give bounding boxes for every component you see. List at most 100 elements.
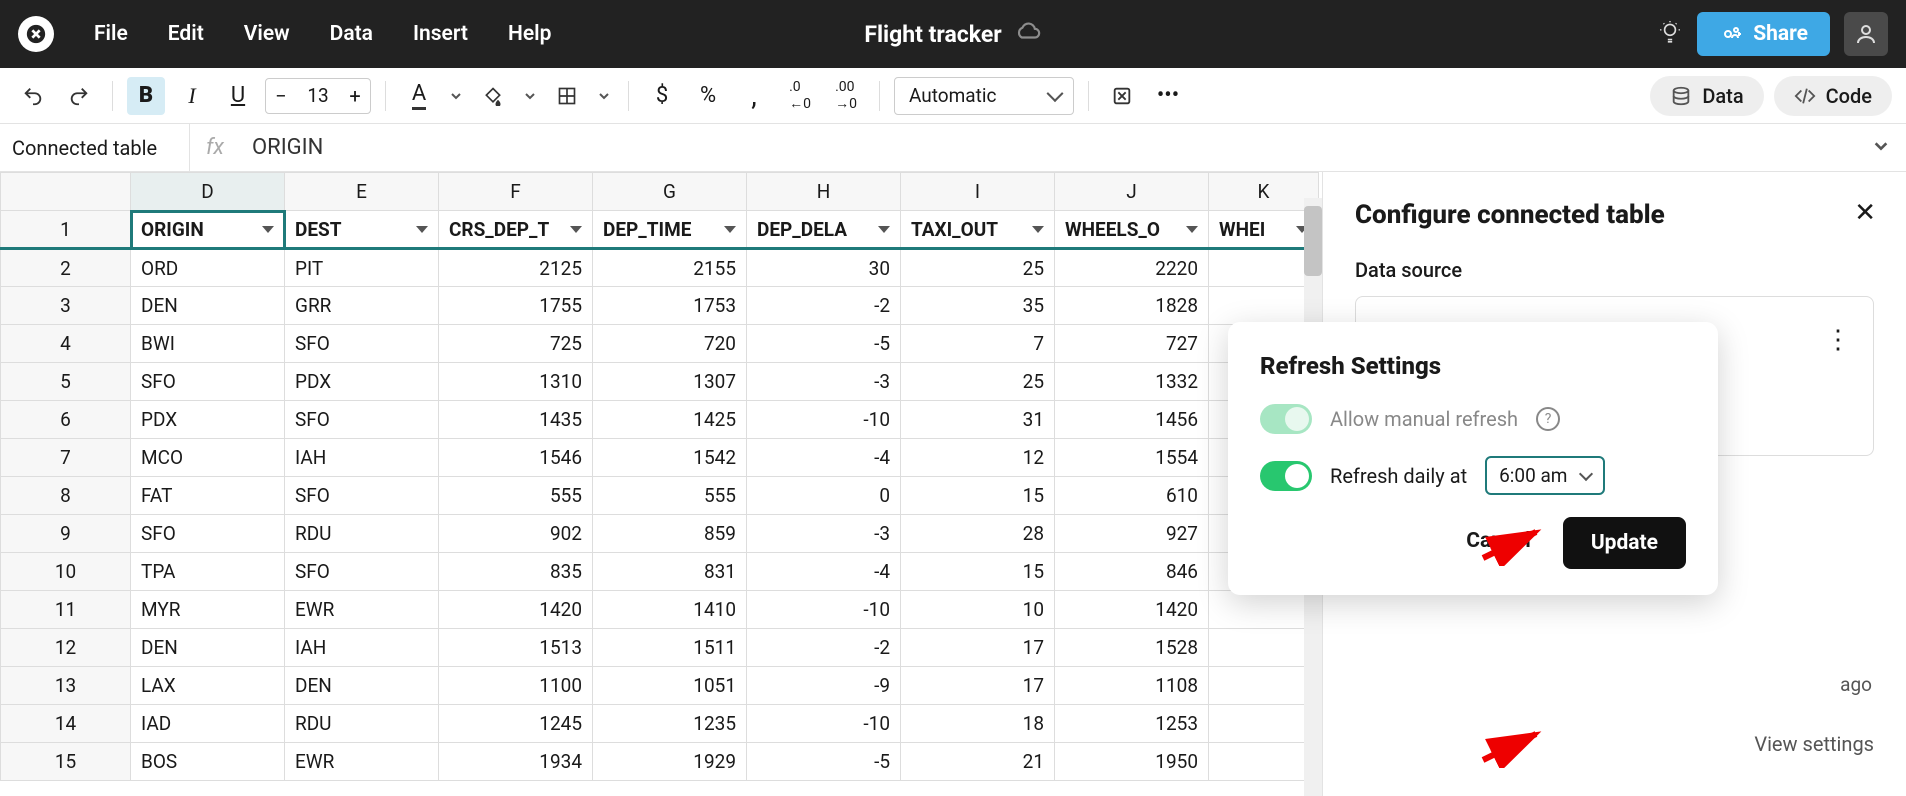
cell[interactable]: -4 [747, 553, 901, 591]
cell[interactable]: 1051 [593, 667, 747, 705]
percent-button[interactable]: % [689, 77, 727, 115]
cell[interactable]: 1235 [593, 705, 747, 743]
table-header-cell[interactable]: DEP_TIME [593, 211, 747, 249]
cell[interactable]: 21 [901, 743, 1055, 781]
cell[interactable]: 555 [593, 477, 747, 515]
cell[interactable]: 1511 [593, 629, 747, 667]
cell[interactable]: 831 [593, 553, 747, 591]
cell[interactable]: 31 [901, 401, 1055, 439]
font-size-value[interactable]: 13 [296, 84, 340, 107]
cell[interactable]: RDU [285, 515, 439, 553]
font-size-decrease[interactable]: − [266, 84, 296, 108]
cell[interactable]: 17 [901, 629, 1055, 667]
allow-manual-refresh-toggle[interactable] [1260, 404, 1312, 434]
cell[interactable]: IAH [285, 439, 439, 477]
text-color-button[interactable]: A [400, 77, 438, 115]
filter-chevron-icon[interactable] [262, 226, 274, 233]
update-button[interactable]: Update [1563, 517, 1686, 569]
table-header-cell[interactable]: WHEELS_O [1055, 211, 1209, 249]
panel-close-button[interactable]: ✕ [1854, 198, 1876, 228]
cell[interactable]: 1420 [439, 591, 593, 629]
cell-reference[interactable]: Connected table [0, 124, 190, 171]
document-title[interactable]: Flight tracker [864, 18, 1041, 50]
filter-chevron-icon[interactable] [1032, 226, 1044, 233]
cell[interactable]: 610 [1055, 477, 1209, 515]
column-header-k[interactable]: K [1209, 173, 1319, 211]
cell[interactable]: BWI [131, 325, 285, 363]
borders-dropdown[interactable] [594, 77, 614, 115]
cell[interactable]: -10 [747, 401, 901, 439]
cell[interactable]: 28 [901, 515, 1055, 553]
share-button[interactable]: Share [1697, 12, 1830, 56]
row-header[interactable]: 14 [1, 705, 131, 743]
row-header[interactable]: 5 [1, 363, 131, 401]
cell[interactable]: -5 [747, 325, 901, 363]
cell[interactable]: SFO [285, 553, 439, 591]
cell[interactable]: 1753 [593, 287, 747, 325]
row-header[interactable]: 4 [1, 325, 131, 363]
table-header-cell[interactable]: CRS_DEP_T [439, 211, 593, 249]
cell[interactable]: 1410 [593, 591, 747, 629]
cell[interactable]: EWR [285, 743, 439, 781]
menu-file[interactable]: File [76, 14, 146, 54]
cell[interactable]: TPA [131, 553, 285, 591]
cell[interactable]: MCO [131, 439, 285, 477]
cell[interactable]: 2125 [439, 249, 593, 287]
menu-insert[interactable]: Insert [395, 14, 486, 54]
table-header-cell[interactable]: WHEI [1209, 211, 1319, 249]
column-header-h[interactable]: H [747, 173, 901, 211]
borders-button[interactable] [548, 77, 586, 115]
row-header[interactable]: 15 [1, 743, 131, 781]
filter-chevron-icon[interactable] [724, 226, 736, 233]
cell[interactable]: 17 [901, 667, 1055, 705]
cell[interactable]: 1929 [593, 743, 747, 781]
formula-collapse-button[interactable] [1856, 138, 1906, 158]
cell[interactable]: 30 [747, 249, 901, 287]
cell[interactable] [1209, 743, 1319, 781]
table-header-cell[interactable]: DEST [285, 211, 439, 249]
row-header[interactable]: 7 [1, 439, 131, 477]
table-header-cell[interactable]: ORIGIN [131, 211, 285, 249]
cell[interactable]: 1425 [593, 401, 747, 439]
cell[interactable]: 846 [1055, 553, 1209, 591]
cell[interactable]: 10 [901, 591, 1055, 629]
cell[interactable]: PDX [131, 401, 285, 439]
code-pill[interactable]: Code [1774, 76, 1892, 116]
column-header-g[interactable]: G [593, 173, 747, 211]
cell[interactable]: 0 [747, 477, 901, 515]
cell[interactable]: -10 [747, 591, 901, 629]
data-pill[interactable]: Data [1650, 76, 1763, 116]
table-header-cell[interactable]: DEP_DELA [747, 211, 901, 249]
cell[interactable]: 1828 [1055, 287, 1209, 325]
undo-button[interactable] [14, 77, 52, 115]
cell[interactable]: SFO [285, 477, 439, 515]
filter-chevron-icon[interactable] [570, 226, 582, 233]
refresh-time-select[interactable]: 6:00 am [1485, 456, 1605, 495]
spreadsheet-grid[interactable]: D E F G H I J K 1ORIGINDESTCRS_DEP_TDEP_… [0, 172, 1322, 796]
cell[interactable]: -9 [747, 667, 901, 705]
cell[interactable]: PDX [285, 363, 439, 401]
cell[interactable]: DEN [131, 287, 285, 325]
row-header[interactable]: 13 [1, 667, 131, 705]
cell[interactable]: 15 [901, 553, 1055, 591]
row-header[interactable]: 2 [1, 249, 131, 287]
cell[interactable]: DEN [285, 667, 439, 705]
row-header[interactable]: 1 [1, 211, 131, 249]
column-header-j[interactable]: J [1055, 173, 1209, 211]
cell[interactable]: 1456 [1055, 401, 1209, 439]
italic-button[interactable]: I [173, 77, 211, 115]
decimal-increase-button[interactable]: .00→0 [827, 77, 865, 115]
user-menu-button[interactable] [1844, 12, 1888, 56]
cell[interactable]: 927 [1055, 515, 1209, 553]
cell[interactable]: 835 [439, 553, 593, 591]
cell[interactable] [1209, 705, 1319, 743]
cell[interactable]: 859 [593, 515, 747, 553]
cell[interactable]: 555 [439, 477, 593, 515]
cell[interactable]: SFO [131, 363, 285, 401]
cell[interactable]: IAH [285, 629, 439, 667]
menu-edit[interactable]: Edit [150, 14, 222, 54]
row-header[interactable]: 11 [1, 591, 131, 629]
row-header[interactable]: 10 [1, 553, 131, 591]
number-format-select[interactable]: Automatic [894, 77, 1074, 115]
cell[interactable]: 1546 [439, 439, 593, 477]
